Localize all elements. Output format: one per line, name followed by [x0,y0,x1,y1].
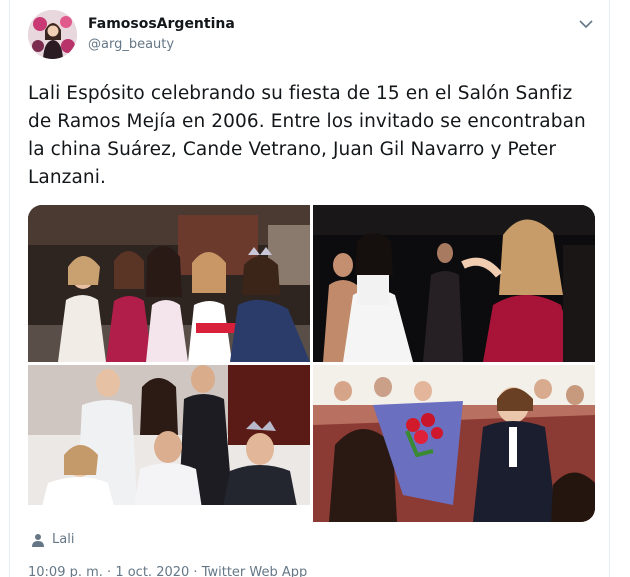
photo-bouquet-crowd[interactable] [313,365,595,522]
tagged-user-label: Lali [52,532,75,547]
photo-table-group[interactable] [28,365,310,522]
meta-separator: · [102,565,116,577]
author-handle[interactable]: @arg_beauty [88,37,174,52]
photo-dance-floor[interactable] [313,205,595,362]
media-grid [28,205,595,522]
tweet-date[interactable]: 1 oct. 2020 [115,565,189,577]
tweet-metadata: 10:09 p. m. · 1 oct. 2020 · Twitter Web … [28,565,307,577]
tweet-card: FamososArgentina @arg_beauty Lali Espósi… [9,0,610,577]
avatar-photo-icon [28,10,77,59]
author-avatar[interactable] [28,10,77,59]
tagged-user[interactable]: Lali [32,532,74,547]
chevron-down-icon[interactable] [577,16,595,30]
tweet-time[interactable]: 10:09 p. m. [28,565,103,577]
tweet-source[interactable]: Twitter Web App [202,565,308,577]
meta-separator: · [189,565,202,577]
person-icon [32,533,44,547]
author-display-name[interactable]: FamososArgentina [88,16,235,32]
photo-group-girls[interactable] [28,205,310,362]
tweet-text: Lali Espósito celebrando su fiesta de 15… [28,83,586,188]
